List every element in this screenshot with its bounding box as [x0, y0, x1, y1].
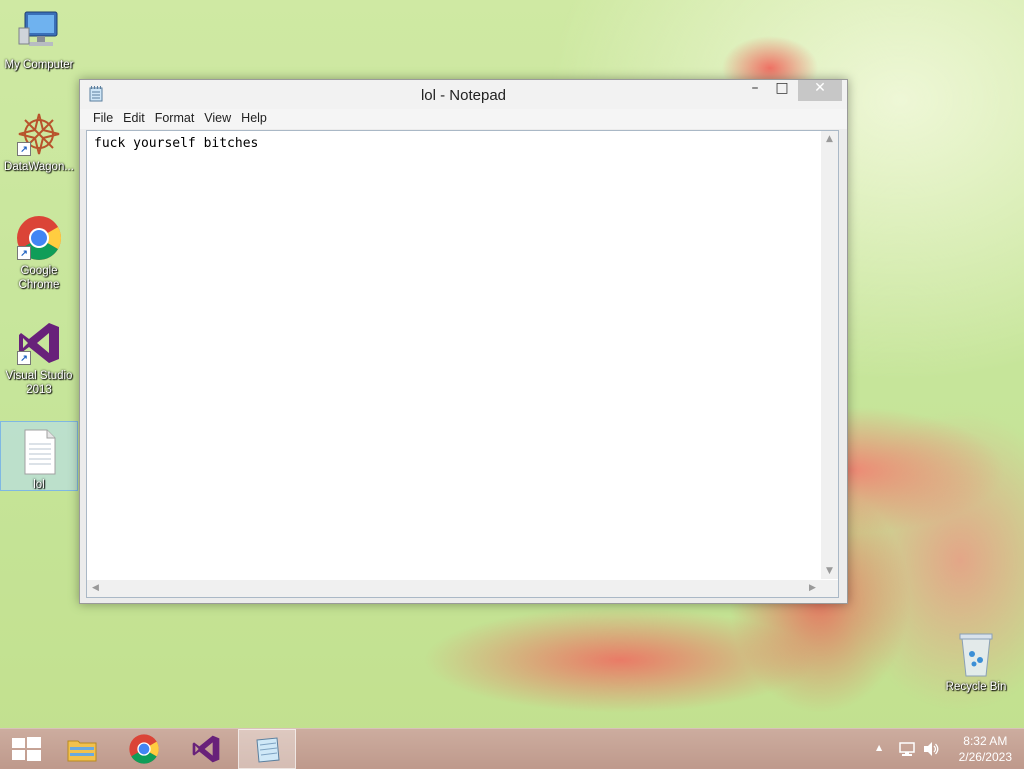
desktop-icon-label: lol	[33, 479, 45, 491]
system-clock[interactable]: 8:32 AM 2/26/2023	[959, 733, 1012, 765]
windows-logo-icon	[12, 737, 41, 761]
desktop-icon-label: DataWagon...	[4, 161, 74, 173]
show-hidden-icons-button[interactable]: ▲	[872, 729, 892, 769]
network-tray-icon[interactable]	[896, 729, 918, 769]
desktop-icon-my-computer[interactable]: My Computer	[1, 8, 77, 72]
volume-tray-icon[interactable]	[920, 729, 942, 769]
desktop-icon-label: My Computer	[4, 59, 74, 71]
vertical-scrollbar[interactable]: ▲ ▼	[821, 131, 838, 579]
network-icon	[899, 742, 915, 756]
text-file-icon	[15, 428, 63, 476]
clock-time: 8:32 AM	[963, 734, 1008, 748]
notepad-window[interactable]: lol - Notepad – □ ✕ File Edit Format View He…	[79, 79, 848, 604]
desktop-icon-datawagon[interactable]: ↗ DataWagon...	[1, 110, 77, 174]
desktop-icon-google-chrome[interactable]: ↗ Google Chrome	[1, 214, 77, 292]
shortcut-arrow-icon: ↗	[17, 351, 31, 365]
window-title: lol - Notepad	[420, 87, 507, 104]
taskbar-notepad[interactable]	[238, 729, 296, 769]
taskbar: ▲ 8:32 AM 2/26/2023	[0, 728, 1024, 769]
resize-grip-icon[interactable]	[821, 580, 838, 597]
chevron-up-icon: ▲	[876, 743, 883, 752]
chrome-icon	[129, 734, 159, 764]
shortcut-arrow-icon: ↗	[17, 246, 31, 260]
clock-date: 2/26/2023	[958, 750, 1012, 764]
menu-edit[interactable]: Edit	[118, 109, 150, 127]
taskbar-chrome[interactable]	[116, 729, 172, 769]
taskbar-visual-studio[interactable]	[178, 729, 234, 769]
menu-format[interactable]: Format	[150, 109, 200, 127]
text-editor[interactable]: fuck yourself bitches ▲ ▼ ◀ ▶	[86, 130, 839, 598]
desktop-icon-label: Recycle Bin	[945, 681, 1007, 693]
visual-studio-icon	[192, 735, 220, 763]
datawagon-icon: ↗	[15, 110, 63, 158]
desktop-icon-label: Google Chrome	[18, 265, 60, 291]
computer-icon	[15, 8, 63, 56]
menu-bar: File Edit Format View Help	[80, 109, 847, 129]
desktop-icon-lol[interactable]: lol	[0, 421, 78, 491]
visual-studio-icon: ↗	[15, 319, 63, 367]
title-bar[interactable]: lol - Notepad – □ ✕	[80, 80, 847, 109]
desktop-icon-visual-studio[interactable]: ↗ Visual Studio 2013	[1, 319, 77, 397]
editor-content[interactable]: fuck yourself bitches	[94, 136, 258, 151]
notepad-icon	[256, 737, 280, 763]
horizontal-scrollbar[interactable]: ◀ ▶	[87, 580, 821, 597]
taskbar-file-explorer[interactable]	[54, 729, 110, 769]
desktop-icon-recycle-bin[interactable]: Recycle Bin	[938, 630, 1014, 694]
chrome-icon: ↗	[15, 214, 63, 262]
close-button[interactable]: ✕	[798, 80, 842, 101]
folder-icon	[67, 740, 97, 762]
speaker-icon	[924, 742, 939, 756]
shortcut-arrow-icon: ↗	[17, 142, 31, 156]
scroll-left-icon[interactable]: ◀	[87, 583, 104, 593]
scroll-right-icon[interactable]: ▶	[804, 583, 821, 593]
desktop-icon-label: Visual Studio 2013	[5, 370, 73, 396]
minimize-button[interactable]: –	[742, 80, 768, 101]
menu-help[interactable]: Help	[236, 109, 272, 127]
menu-view[interactable]: View	[199, 109, 236, 127]
menu-file[interactable]: File	[88, 109, 118, 127]
scroll-down-icon[interactable]: ▼	[821, 566, 838, 576]
scroll-up-icon[interactable]: ▲	[821, 134, 838, 144]
maximize-button[interactable]: □	[769, 80, 795, 101]
recycle-bin-icon	[952, 630, 1000, 678]
start-button[interactable]	[0, 729, 56, 769]
